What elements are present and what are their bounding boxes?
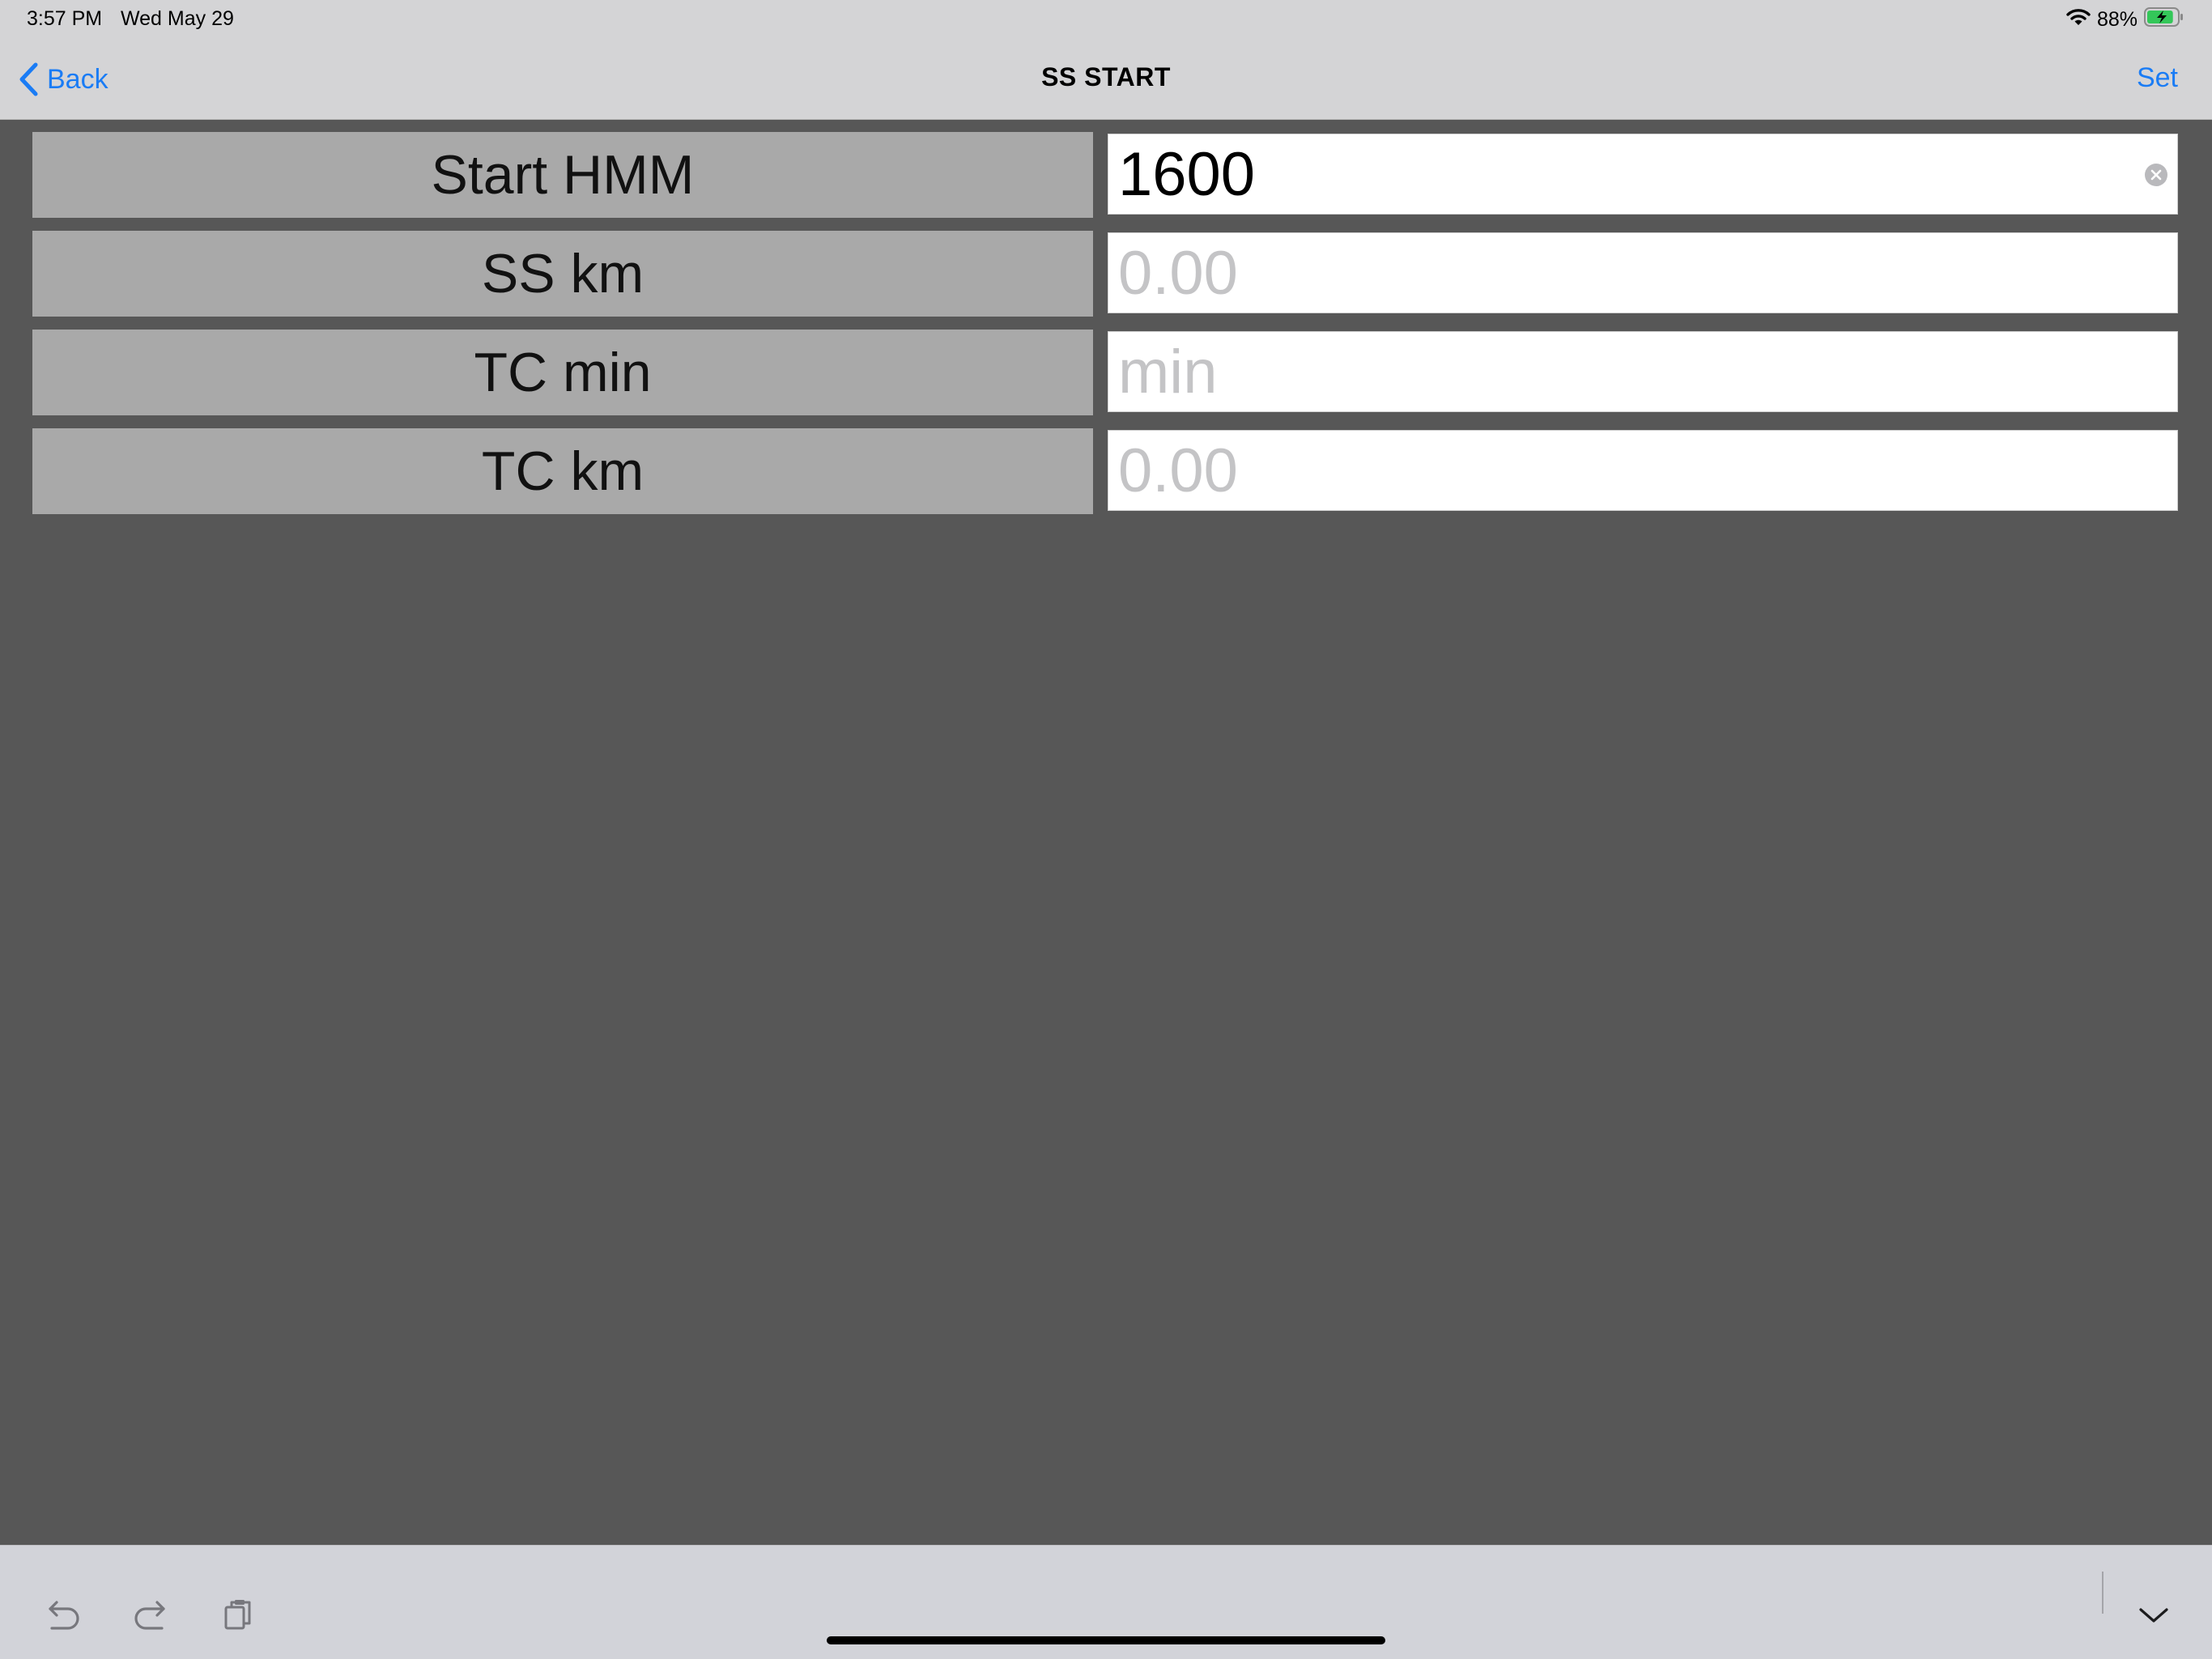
form-row-ss-km: SS km: [32, 231, 2180, 317]
status-bar: 3:57 PM Wed May 29 88%: [0, 0, 2212, 39]
set-button[interactable]: Set: [2137, 62, 2178, 94]
page-title: SS START: [1041, 62, 1171, 91]
field-label: Start HMM: [32, 132, 1093, 218]
field-label: TC km: [32, 428, 1093, 514]
input-container: [1108, 331, 2178, 412]
ss-km-input[interactable]: [1108, 233, 2177, 313]
dismiss-keyboard-button[interactable]: [2129, 1591, 2178, 1640]
input-container: [1108, 134, 2178, 215]
redo-icon: [134, 1601, 165, 1630]
tc-km-input[interactable]: [1108, 431, 2177, 510]
input-container: [1108, 430, 2178, 511]
wifi-icon: [2066, 7, 2091, 32]
battery-percent: 88%: [2096, 7, 2138, 31]
form-row-tc-km: TC km: [32, 428, 2180, 514]
field-label: SS km: [32, 231, 1093, 317]
start-hmm-input[interactable]: [1108, 134, 2177, 214]
status-right: 88%: [2066, 6, 2184, 32]
status-date: Wed May 29: [121, 7, 234, 30]
input-container: [1108, 232, 2178, 313]
form-row-tc-min: TC min: [32, 330, 2180, 415]
paste-icon: [224, 1600, 251, 1630]
navigation-bar: Back SS START Set: [0, 39, 2212, 120]
undo-icon: [49, 1601, 79, 1630]
paste-button[interactable]: [214, 1591, 262, 1640]
redo-button[interactable]: [126, 1591, 175, 1640]
toolbar-divider: [2102, 1572, 2104, 1614]
battery-icon: [2144, 6, 2184, 32]
clear-text-button[interactable]: [2145, 164, 2167, 186]
status-time: 3:57 PM: [27, 7, 103, 30]
tc-min-input[interactable]: [1108, 332, 2177, 411]
form-row-start-hmm: Start HMM: [32, 132, 2180, 218]
keyboard-shortcut-bar: [0, 1545, 2212, 1659]
chevron-down-icon: [2139, 1608, 2168, 1623]
home-indicator[interactable]: [827, 1636, 1385, 1644]
clear-icon: [2150, 169, 2162, 181]
undo-button[interactable]: [39, 1591, 87, 1640]
field-label: TC min: [32, 330, 1093, 415]
